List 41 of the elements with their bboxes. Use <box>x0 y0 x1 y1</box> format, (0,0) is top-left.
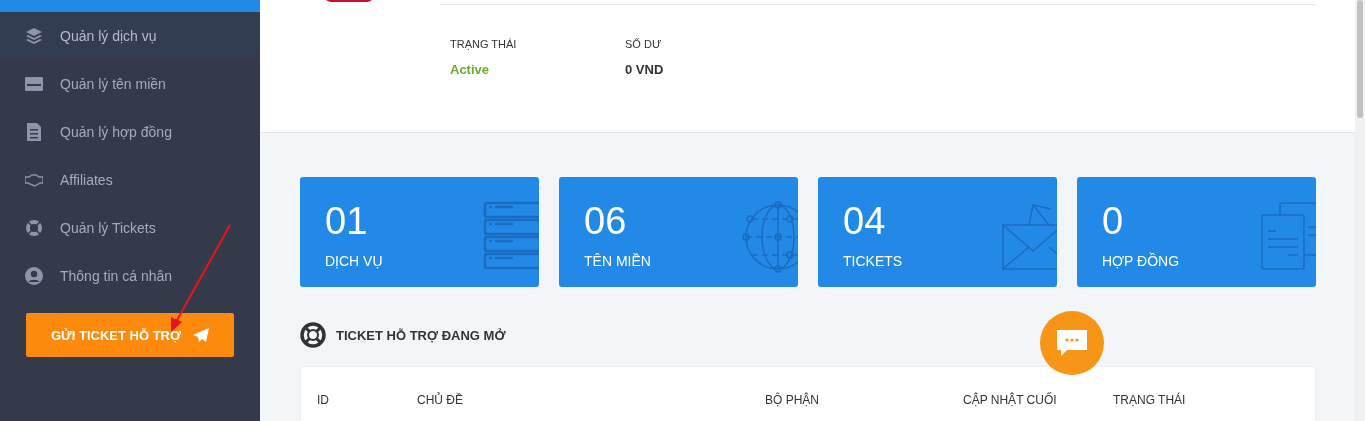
stat-card[interactable]: 04 TICKETS <box>818 177 1057 287</box>
scrollbar[interactable] <box>1355 0 1365 421</box>
documents-icon <box>1260 201 1316 273</box>
globe-icon <box>742 201 798 273</box>
field-label: SỐ DƯ <box>625 38 662 50</box>
column-header: ID <box>317 393 329 407</box>
browser-icon <box>25 75 43 93</box>
layers-icon <box>25 27 43 45</box>
chat-bubble-icon <box>1055 328 1089 358</box>
stat-label: TICKETS <box>843 253 903 269</box>
sidebar-item[interactable]: Quản lý Tickets <box>0 204 260 252</box>
stat-count: 01 <box>325 201 368 241</box>
stat-label: HỢP ĐỒNG <box>1102 253 1180 269</box>
sidebar-item[interactable]: Quản lý hợp đồng <box>0 108 260 156</box>
stat-card[interactable]: 0 HỢP ĐỒNG <box>1077 177 1316 287</box>
sidebar-item[interactable]: Quản lý tên miền <box>0 60 260 108</box>
lifebuoy-icon <box>25 219 43 237</box>
stat-label: DỊCH VỤ <box>325 253 383 269</box>
envelope-icon <box>1001 201 1057 273</box>
sidebar-item[interactable]: Affiliates <box>0 156 260 204</box>
document-icon <box>25 123 43 141</box>
sidebar-item[interactable]: Quản lý dịch vụ <box>0 12 260 60</box>
column-header: CẬP NHẬT CUỐI <box>963 393 1057 407</box>
column-header: CHỦ ĐỀ <box>417 393 463 407</box>
stat-card[interactable]: 01 DỊCH VỤ <box>300 177 539 287</box>
stat-count: 06 <box>584 201 627 241</box>
stat-count: 0 <box>1102 201 1124 241</box>
stat-card[interactable]: 06 TÊN MIỀN <box>559 177 798 287</box>
section-title: TICKET HỖ TRỢ ĐANG MỞ <box>336 327 506 343</box>
lifebuoy-icon <box>300 322 326 348</box>
field-value: Active <box>450 62 490 77</box>
stat-count: 04 <box>843 201 886 241</box>
paper-plane-icon <box>193 327 210 343</box>
handshake-icon <box>25 171 43 189</box>
field-value: 0 VND <box>625 62 664 77</box>
user-icon <box>25 267 43 285</box>
stat-label: TÊN MIỀN <box>584 253 651 269</box>
field-label: TRẠNG THÁI <box>450 38 517 50</box>
sidebar-item[interactable]: Thông tin cá nhân <box>0 252 260 300</box>
column-header: BỘ PHẬN <box>765 393 819 407</box>
column-header: TRẠNG THÁI <box>1113 393 1186 407</box>
